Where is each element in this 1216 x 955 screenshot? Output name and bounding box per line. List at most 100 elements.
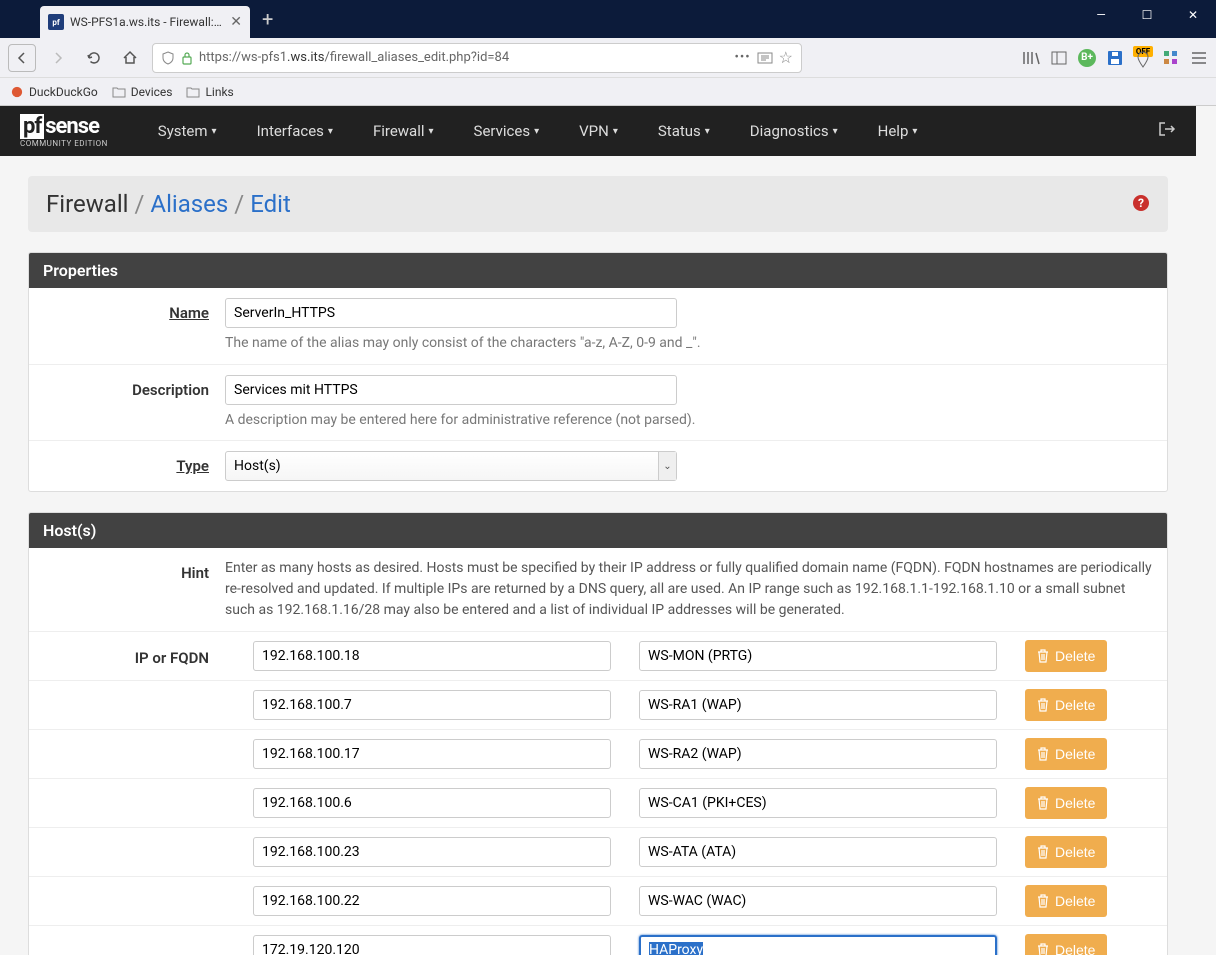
reader-icon[interactable] — [757, 52, 773, 64]
chevron-down-icon: ▾ — [833, 126, 838, 137]
sidebar-icon[interactable] — [1050, 49, 1068, 67]
library-icon[interactable] — [1022, 49, 1040, 67]
back-button[interactable] — [8, 44, 36, 72]
host-desc-input[interactable]: WS-MON (PRTG) — [639, 641, 997, 671]
type-select[interactable]: Host(s) — [225, 451, 677, 481]
trash-icon — [1037, 796, 1049, 810]
host-desc-input[interactable]: HAProxy — [639, 935, 997, 955]
new-tab-button[interactable]: + — [250, 7, 285, 31]
close-window-button[interactable]: ✕ — [1170, 0, 1216, 30]
bookmark-duckduckgo[interactable]: DuckDuckGo — [10, 85, 98, 99]
duckduckgo-icon — [10, 86, 24, 98]
minimize-button[interactable]: — — [1078, 0, 1124, 30]
host-ip-input[interactable] — [253, 641, 611, 671]
host-ip-input[interactable] — [253, 788, 611, 818]
bookmark-links[interactable]: Links — [186, 85, 233, 99]
nav-item-services[interactable]: Services ▾ — [454, 106, 560, 156]
help-icon[interactable]: ? — [1132, 190, 1150, 218]
nav-item-status[interactable]: Status ▾ — [638, 106, 730, 156]
type-label: Type — [43, 451, 225, 481]
location-ext-icon[interactable]: OFF — [1134, 49, 1152, 67]
hint-text: Enter as many hosts as desired. Hosts mu… — [225, 558, 1153, 621]
window-controls: — ☐ ✕ — [1078, 0, 1216, 30]
delete-button[interactable]: Delete — [1025, 738, 1107, 770]
host-desc-input[interactable]: WS-ATA (ATA) — [639, 837, 997, 867]
reload-icon — [86, 50, 102, 66]
host-row: HAProxy Delete — [29, 926, 1167, 955]
trash-icon — [1037, 698, 1049, 712]
bookmark-star-icon[interactable]: ☆ — [779, 48, 793, 67]
delete-button[interactable]: Delete — [1025, 689, 1107, 721]
chevron-down-icon: ▾ — [212, 126, 217, 137]
pfsense-logo[interactable]: pfsense COMMUNITY EDITION — [20, 114, 108, 148]
nav-item-firewall[interactable]: Firewall ▾ — [353, 106, 454, 156]
trash-icon — [1037, 649, 1049, 663]
close-icon[interactable]: ✕ — [230, 14, 242, 30]
back-icon — [14, 50, 30, 66]
host-desc-input[interactable]: WS-WAC (WAC) — [639, 886, 997, 916]
delete-button[interactable]: Delete — [1025, 787, 1107, 819]
description-input[interactable] — [225, 375, 677, 405]
breadcrumb-aliases[interactable]: Aliases — [150, 190, 228, 218]
host-row: WS-ATA (ATA) Delete — [29, 828, 1167, 877]
logout-icon[interactable] — [1158, 121, 1176, 141]
host-ip-input[interactable] — [253, 935, 611, 955]
home-button[interactable] — [116, 44, 144, 72]
host-row: WS-RA2 (WAP) Delete — [29, 730, 1167, 779]
nav-item-diagnostics[interactable]: Diagnostics ▾ — [730, 106, 858, 156]
reload-button[interactable] — [80, 44, 108, 72]
ext-grid-icon[interactable] — [1162, 49, 1180, 67]
properties-panel: Properties Name The name of the alias ma… — [28, 252, 1168, 492]
delete-button[interactable]: Delete — [1025, 934, 1107, 955]
host-row: WS-WAC (WAC) Delete — [29, 877, 1167, 926]
browser-tab[interactable]: pf WS-PFS1a.ws.its - Firewall: Alias ✕ — [40, 6, 250, 38]
breadcrumb: Firewall / Aliases / Edit ? — [28, 176, 1168, 232]
nav-item-system[interactable]: System ▾ — [138, 106, 237, 156]
chevron-down-icon: ▾ — [912, 126, 917, 137]
breadcrumb-edit[interactable]: Edit — [250, 190, 291, 218]
lock-icon — [181, 51, 193, 65]
ext-b-icon[interactable]: B+ — [1078, 49, 1096, 67]
favicon: pf — [48, 14, 64, 30]
name-label: Name — [43, 298, 225, 354]
host-desc-input[interactable]: WS-CA1 (PKI+CES) — [639, 788, 997, 818]
bookmark-devices[interactable]: Devices — [112, 85, 173, 99]
forward-icon — [50, 50, 66, 66]
name-input[interactable] — [225, 298, 677, 328]
delete-button[interactable]: Delete — [1025, 885, 1107, 917]
name-help: The name of the alias may only consist o… — [225, 334, 1153, 354]
url-bar[interactable]: https://ws-pfs1.ws.its/firewall_aliases_… — [152, 43, 802, 73]
delete-button[interactable]: Delete — [1025, 836, 1107, 868]
chevron-down-icon: ▾ — [705, 126, 710, 137]
nav-item-vpn[interactable]: VPN ▾ — [559, 106, 638, 156]
nav-item-help[interactable]: Help ▾ — [858, 106, 938, 156]
chevron-down-icon: ▾ — [429, 126, 434, 137]
save-ext-icon[interactable] — [1106, 49, 1124, 67]
properties-header: Properties — [29, 253, 1167, 288]
shield-icon — [161, 51, 175, 65]
trash-icon — [1037, 894, 1049, 908]
host-row: WS-RA1 (WAP) Delete — [29, 681, 1167, 730]
host-ip-input[interactable] — [253, 690, 611, 720]
host-desc-input[interactable]: WS-RA2 (WAP) — [639, 739, 997, 769]
chevron-down-icon: ▾ — [613, 126, 618, 137]
host-ip-input[interactable] — [253, 837, 611, 867]
nav-item-interfaces[interactable]: Interfaces ▾ — [237, 106, 353, 156]
page-actions-icon[interactable]: ••• — [734, 50, 750, 65]
hosts-panel: Host(s) Hint Enter as many hosts as desi… — [28, 512, 1168, 955]
host-ip-input[interactable] — [253, 739, 611, 769]
home-icon — [122, 50, 138, 66]
maximize-button[interactable]: ☐ — [1124, 0, 1170, 30]
main-nav: pfsense COMMUNITY EDITION System ▾Interf… — [0, 106, 1196, 156]
svg-text:?: ? — [1138, 196, 1144, 210]
hosts-header: Host(s) — [29, 513, 1167, 548]
trash-icon — [1037, 747, 1049, 761]
bookmarks-bar: DuckDuckGo Devices Links — [0, 78, 1216, 106]
menu-icon[interactable] — [1190, 49, 1208, 67]
host-ip-input[interactable] — [253, 886, 611, 916]
delete-button[interactable]: Delete — [1025, 640, 1107, 672]
ip-label: IP or FQDN — [43, 645, 225, 667]
host-desc-input[interactable]: WS-RA1 (WAP) — [639, 690, 997, 720]
host-row: WS-CA1 (PKI+CES) Delete — [29, 779, 1167, 828]
browser-toolbar: https://ws-pfs1.ws.its/firewall_aliases_… — [0, 38, 1216, 78]
